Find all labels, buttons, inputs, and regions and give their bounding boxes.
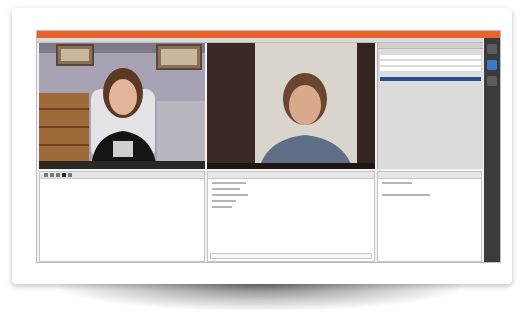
video-right-image <box>207 43 375 169</box>
frame-shadow <box>60 284 460 310</box>
chat-header <box>208 172 374 179</box>
whiteboard-toolbar <box>40 172 204 179</box>
pencil-icon[interactable] <box>44 173 48 177</box>
rail-button-3[interactable] <box>487 76 497 86</box>
rail-button-1[interactable] <box>487 44 497 54</box>
participant-item-2[interactable] <box>380 61 481 65</box>
text-icon[interactable] <box>68 173 72 177</box>
notes-pane <box>377 171 482 262</box>
notes-line-2 <box>382 194 430 196</box>
chat-line-4 <box>212 200 236 202</box>
shape-icon[interactable] <box>56 173 60 177</box>
chat-input[interactable] <box>210 253 372 259</box>
right-tool-rail <box>484 38 500 262</box>
rail-button-2[interactable] <box>487 60 497 70</box>
participant-item-selected[interactable] <box>380 77 481 81</box>
participant-item-3[interactable] <box>380 67 481 71</box>
participant-item-1[interactable] <box>380 55 481 59</box>
participants-panel-header <box>378 43 483 49</box>
notes-header <box>378 172 481 179</box>
whiteboard-pane[interactable] <box>39 171 205 262</box>
top-menu-bar <box>37 31 500 38</box>
chat-line-2 <box>212 188 240 190</box>
chat-line-5 <box>212 206 232 208</box>
video-feed-left[interactable] <box>39 43 205 169</box>
eraser-icon[interactable] <box>50 173 54 177</box>
chat-line-3 <box>212 194 248 196</box>
participants-panel <box>377 43 483 169</box>
notes-line-1 <box>382 182 412 184</box>
chat-pane <box>207 171 375 262</box>
video-left-image <box>39 43 205 169</box>
app-window <box>36 30 501 263</box>
video-feed-right[interactable] <box>207 43 375 169</box>
chat-line-1 <box>212 182 246 184</box>
color-icon[interactable] <box>62 173 66 177</box>
